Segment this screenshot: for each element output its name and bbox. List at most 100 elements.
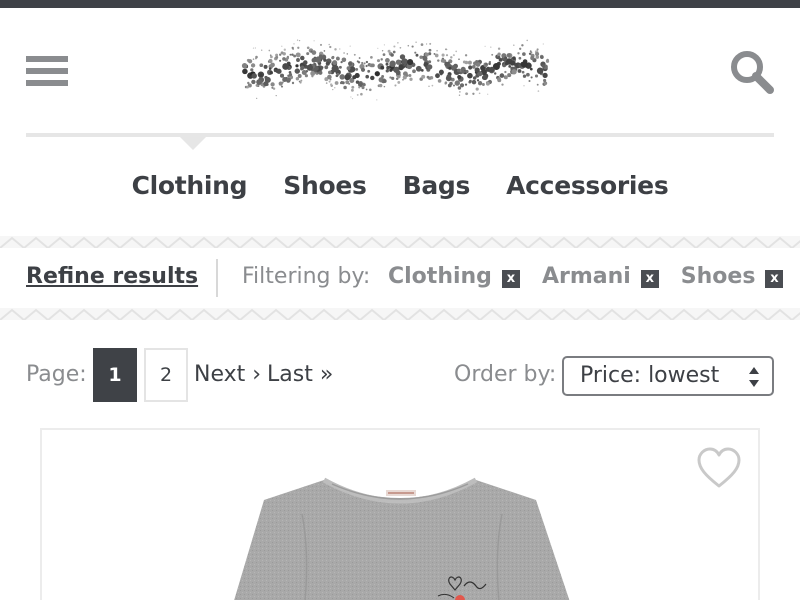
heart-outline-icon[interactable] bbox=[696, 446, 742, 490]
filter-chip: Clothing x bbox=[388, 262, 520, 292]
logo-dot bbox=[336, 56, 340, 60]
logo-dot bbox=[325, 82, 328, 84]
logo-dot bbox=[348, 61, 353, 66]
logo-dot bbox=[283, 48, 286, 51]
logo-dot bbox=[349, 45, 351, 47]
filter-chip: Armani x bbox=[542, 262, 659, 292]
logo-dot bbox=[306, 46, 310, 50]
last-page-link[interactable]: Last » bbox=[267, 361, 333, 389]
logo-dot bbox=[412, 69, 416, 74]
logo-dot bbox=[504, 70, 507, 74]
logo-dot bbox=[269, 71, 273, 75]
logo-dot bbox=[398, 64, 404, 71]
logo-dot bbox=[281, 45, 283, 47]
search-icon[interactable] bbox=[728, 48, 776, 96]
logo-dot bbox=[389, 60, 396, 68]
logo-dot bbox=[323, 50, 326, 52]
logo-dot bbox=[259, 73, 263, 77]
hamburger-menu-icon[interactable] bbox=[26, 56, 68, 86]
logo-dot bbox=[537, 90, 540, 92]
logo-dot bbox=[282, 63, 289, 70]
logo-dot bbox=[468, 65, 473, 70]
logo-dot bbox=[440, 58, 445, 63]
logo-dot bbox=[331, 56, 335, 60]
zigzag-border bbox=[0, 236, 800, 248]
logo-dot bbox=[270, 62, 275, 68]
logo-dot bbox=[414, 51, 417, 54]
filter-divider bbox=[216, 259, 218, 297]
logo-dot bbox=[350, 96, 352, 98]
logo-dot bbox=[530, 51, 533, 54]
remove-filter-icon[interactable]: x bbox=[501, 269, 520, 288]
logo-dot bbox=[339, 48, 341, 50]
logo-dot bbox=[488, 62, 491, 65]
remove-filter-icon[interactable]: x bbox=[640, 269, 659, 288]
filter-chip-label: Shoes bbox=[680, 264, 756, 289]
logo-dot bbox=[511, 69, 517, 75]
remove-filter-icon[interactable]: x bbox=[765, 269, 784, 288]
logo-dot bbox=[367, 69, 371, 73]
product-image[interactable] bbox=[224, 474, 580, 600]
order-by-select[interactable]: Price: lowest bbox=[562, 356, 774, 396]
logo-dot bbox=[487, 93, 489, 95]
logo-dot bbox=[429, 42, 432, 45]
logo-dot bbox=[295, 52, 301, 58]
logo-dot bbox=[521, 61, 528, 68]
logo-dot bbox=[334, 87, 336, 89]
logo-dot bbox=[497, 78, 502, 83]
logo-dot bbox=[534, 74, 539, 78]
logo-dot bbox=[491, 53, 494, 56]
logo-dot bbox=[306, 52, 310, 56]
menu-line bbox=[26, 56, 68, 62]
logo-dot bbox=[328, 43, 330, 46]
logo-dot bbox=[431, 84, 434, 87]
logo-dot bbox=[360, 67, 366, 72]
logo-dot bbox=[325, 61, 330, 66]
logo-dot bbox=[255, 55, 258, 59]
next-page-link[interactable]: Next › bbox=[194, 361, 261, 389]
logo-dot bbox=[280, 51, 284, 55]
logo-dot bbox=[471, 79, 477, 85]
logo-dot bbox=[242, 68, 248, 75]
logo-dot bbox=[254, 47, 256, 49]
logo-dot bbox=[379, 83, 383, 88]
nav-item-bags[interactable]: Bags bbox=[403, 168, 471, 208]
logo-dot bbox=[365, 64, 368, 68]
logo-dot bbox=[407, 59, 414, 66]
logo-dot bbox=[393, 45, 396, 48]
logo-dot bbox=[269, 54, 272, 56]
logo-dot bbox=[464, 54, 468, 57]
logo-dot bbox=[504, 75, 508, 80]
refine-results-link[interactable]: Refine results bbox=[26, 262, 198, 292]
logo-dot bbox=[346, 66, 351, 71]
page-2-button[interactable]: 2 bbox=[144, 348, 188, 402]
logo-dot bbox=[467, 72, 473, 79]
logo-dot bbox=[340, 80, 343, 84]
logo-dot bbox=[519, 47, 522, 50]
active-filters: Clothing x Armani x Shoes x bbox=[388, 262, 784, 292]
logo-dot bbox=[363, 62, 366, 65]
logo-dot bbox=[462, 60, 466, 64]
logo-dot bbox=[362, 83, 366, 87]
page-1-button[interactable]: 1 bbox=[93, 348, 137, 402]
logo-dot bbox=[296, 39, 299, 41]
nav-item-clothing[interactable]: Clothing bbox=[132, 168, 248, 208]
logo-dot bbox=[392, 50, 396, 54]
logo-dot bbox=[419, 55, 423, 59]
logo-dot bbox=[381, 75, 385, 78]
logo-dot bbox=[504, 61, 509, 66]
logo-dot bbox=[507, 73, 512, 78]
logo-dot bbox=[275, 55, 279, 59]
logo-dot bbox=[522, 74, 527, 78]
logo-dot bbox=[339, 74, 345, 80]
nav-item-accessories[interactable]: Accessories bbox=[506, 168, 669, 208]
site-logo[interactable] bbox=[236, 24, 556, 114]
logo-dot bbox=[395, 70, 401, 76]
logo-dot bbox=[293, 43, 295, 45]
logo-dot bbox=[542, 72, 548, 79]
logo-dot bbox=[261, 49, 263, 51]
logo-dot bbox=[530, 76, 533, 79]
nav-item-shoes[interactable]: Shoes bbox=[283, 168, 367, 208]
logo-dot bbox=[271, 86, 274, 89]
logo-dot bbox=[512, 56, 516, 60]
